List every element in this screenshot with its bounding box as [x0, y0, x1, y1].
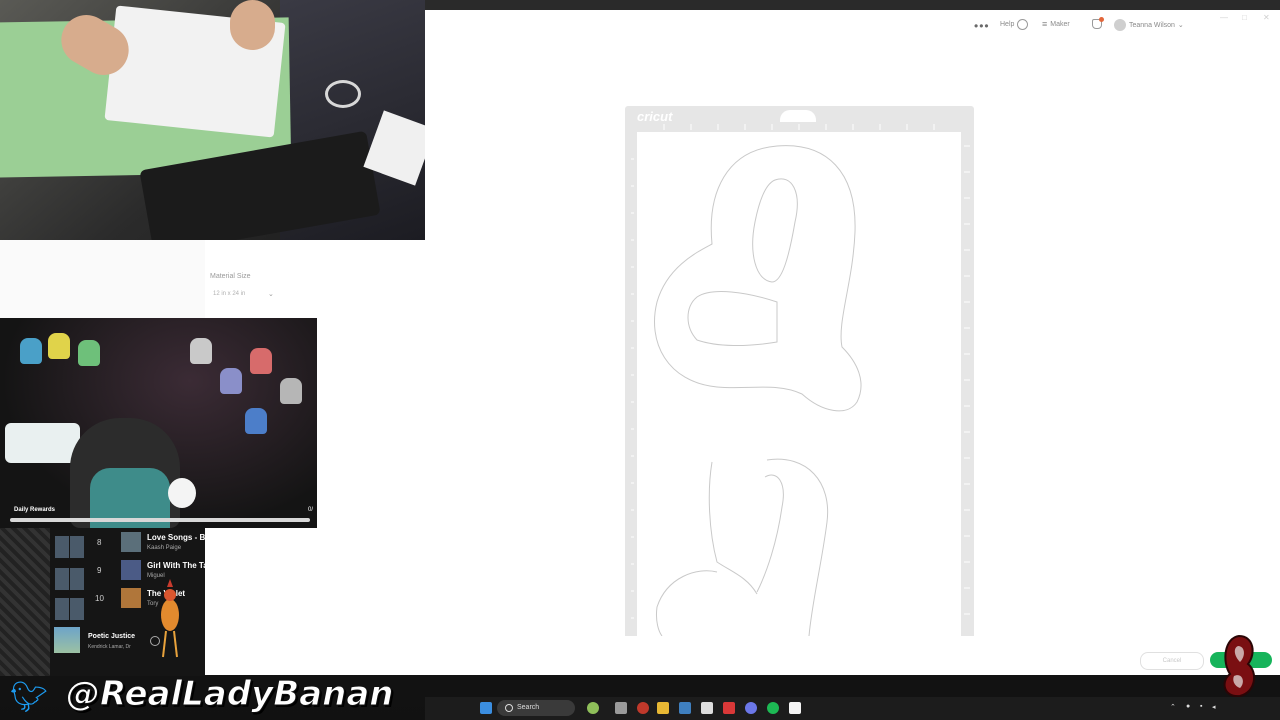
search-icon	[505, 704, 513, 712]
now-playing-title: Poetic Justice	[88, 633, 136, 640]
help-icon	[1017, 19, 1029, 30]
machine-label: Maker	[1050, 20, 1070, 28]
track-title: Girl With The Ta	[147, 561, 205, 570]
mat-ruler-left	[631, 158, 634, 619]
mat-ruler-top	[663, 124, 935, 130]
more-menu-button[interactable]: •••	[974, 19, 990, 33]
user-menu[interactable]: Teanna Wilson ⌄	[1114, 19, 1184, 31]
cricut-topbar: ••• Help ≡ Maker Teanna Wilson ⌄	[425, 10, 1280, 40]
volume-icon[interactable]: ◂	[1212, 703, 1216, 711]
help-button[interactable]: Help	[1000, 19, 1029, 30]
backpack	[20, 338, 42, 364]
machine-button[interactable]: ≡ Maker	[1042, 19, 1070, 29]
thumbnail	[70, 536, 84, 558]
mat-brand-logo: cricut	[637, 109, 673, 124]
right-hand	[230, 0, 275, 50]
capcut-icon[interactable]	[701, 702, 713, 714]
album-art-strip	[0, 528, 50, 676]
track-artist: Kaash Paige	[147, 545, 182, 551]
stream-goal-banner: Daily Rewards 0/	[0, 505, 317, 527]
playlist-row[interactable]: 10 The Violet Tory	[95, 586, 205, 612]
chevron-down-icon: ⌄	[1177, 22, 1184, 29]
thumbnail	[70, 598, 84, 620]
minimize-button[interactable]: —	[1220, 13, 1228, 22]
cutting-mat-preview: cricut	[625, 106, 974, 637]
twitter-handle-overlay: 🐦︎ @RealLadyBanan	[0, 672, 430, 718]
track-art	[121, 532, 141, 552]
maximize-button[interactable]: □	[1242, 13, 1247, 22]
plush-toy	[168, 478, 196, 508]
network-icon[interactable]: ▪	[1200, 703, 1202, 710]
task-view-icon[interactable]	[615, 702, 627, 714]
app-icon[interactable]	[723, 702, 735, 714]
scissors-icon	[325, 80, 361, 108]
stream-logo-emblem	[1223, 634, 1256, 698]
notifications-button[interactable]	[1092, 17, 1104, 29]
backpack	[78, 340, 100, 366]
steam-icon[interactable]	[679, 702, 691, 714]
cricut-design-space-icon[interactable]	[789, 702, 801, 714]
avatar	[1114, 19, 1126, 31]
cricut-machine	[5, 423, 80, 463]
face-webcam	[0, 318, 317, 528]
banner-count: 0/	[308, 507, 314, 513]
thumbnail	[55, 598, 69, 620]
mat-ruler-right	[964, 145, 970, 615]
thumbnail	[70, 568, 84, 590]
twitter-bird-icon: 🐦︎	[10, 681, 49, 714]
cricut-panel-fragment	[0, 240, 205, 320]
help-label: Help	[1000, 21, 1015, 28]
rooster-emote	[161, 579, 179, 658]
notification-dot	[1099, 17, 1104, 22]
track-art	[121, 588, 141, 608]
thumbnail	[55, 536, 69, 558]
close-button[interactable]: ✕	[1263, 13, 1270, 22]
bell-icon	[1092, 17, 1104, 29]
discord-icon[interactable]	[745, 702, 757, 714]
material-size-select[interactable]: 12 in x 24 in	[213, 291, 245, 297]
playlist-row[interactable]: 9 Girl With The Ta Miguel	[95, 558, 205, 584]
windows-start-icon[interactable]	[480, 702, 492, 714]
mic-icon[interactable]: ●	[1186, 703, 1190, 710]
now-playing-art	[54, 627, 80, 653]
opera-icon[interactable]	[637, 702, 649, 714]
playlist-row[interactable]: 8 Love Songs - Bo Kaash Paige	[95, 530, 205, 556]
twitter-handle: @RealLadyBanan	[65, 674, 394, 715]
chevron-up-icon[interactable]: ⌃	[1170, 703, 1176, 711]
machine-icon: ≡	[1042, 19, 1048, 29]
mat-material-area	[637, 132, 961, 637]
track-number: 9	[97, 566, 102, 575]
backpack	[220, 368, 242, 394]
track-number: 8	[97, 538, 102, 547]
spotify-icon[interactable]	[767, 702, 779, 714]
file-explorer-icon[interactable]	[657, 702, 669, 714]
track-art	[121, 560, 141, 580]
user-name: Teanna Wilson	[1129, 21, 1175, 29]
banner-label: Daily Rewards	[14, 507, 56, 513]
more-dots-icon: •••	[974, 19, 990, 33]
backpack	[48, 333, 70, 359]
overhead-webcam	[0, 0, 425, 240]
banner-progress-bar	[10, 518, 310, 522]
backpack	[190, 338, 212, 364]
track-title: Love Songs - Bo	[147, 533, 205, 542]
cut-shapes	[654, 145, 862, 637]
thumbnail	[55, 568, 69, 590]
backpack	[245, 408, 267, 434]
backpack	[280, 378, 302, 404]
material-size-label: Material Size	[210, 273, 251, 280]
mat-notch	[780, 110, 816, 122]
chevron-down-icon: ⌄	[268, 291, 274, 298]
app-icon[interactable]	[587, 702, 599, 714]
now-playing-artist: Kendrick Lamar, Dr	[88, 644, 131, 650]
track-number: 10	[95, 594, 104, 603]
backpack	[250, 348, 272, 374]
cancel-button[interactable]: Cancel	[1140, 652, 1204, 670]
